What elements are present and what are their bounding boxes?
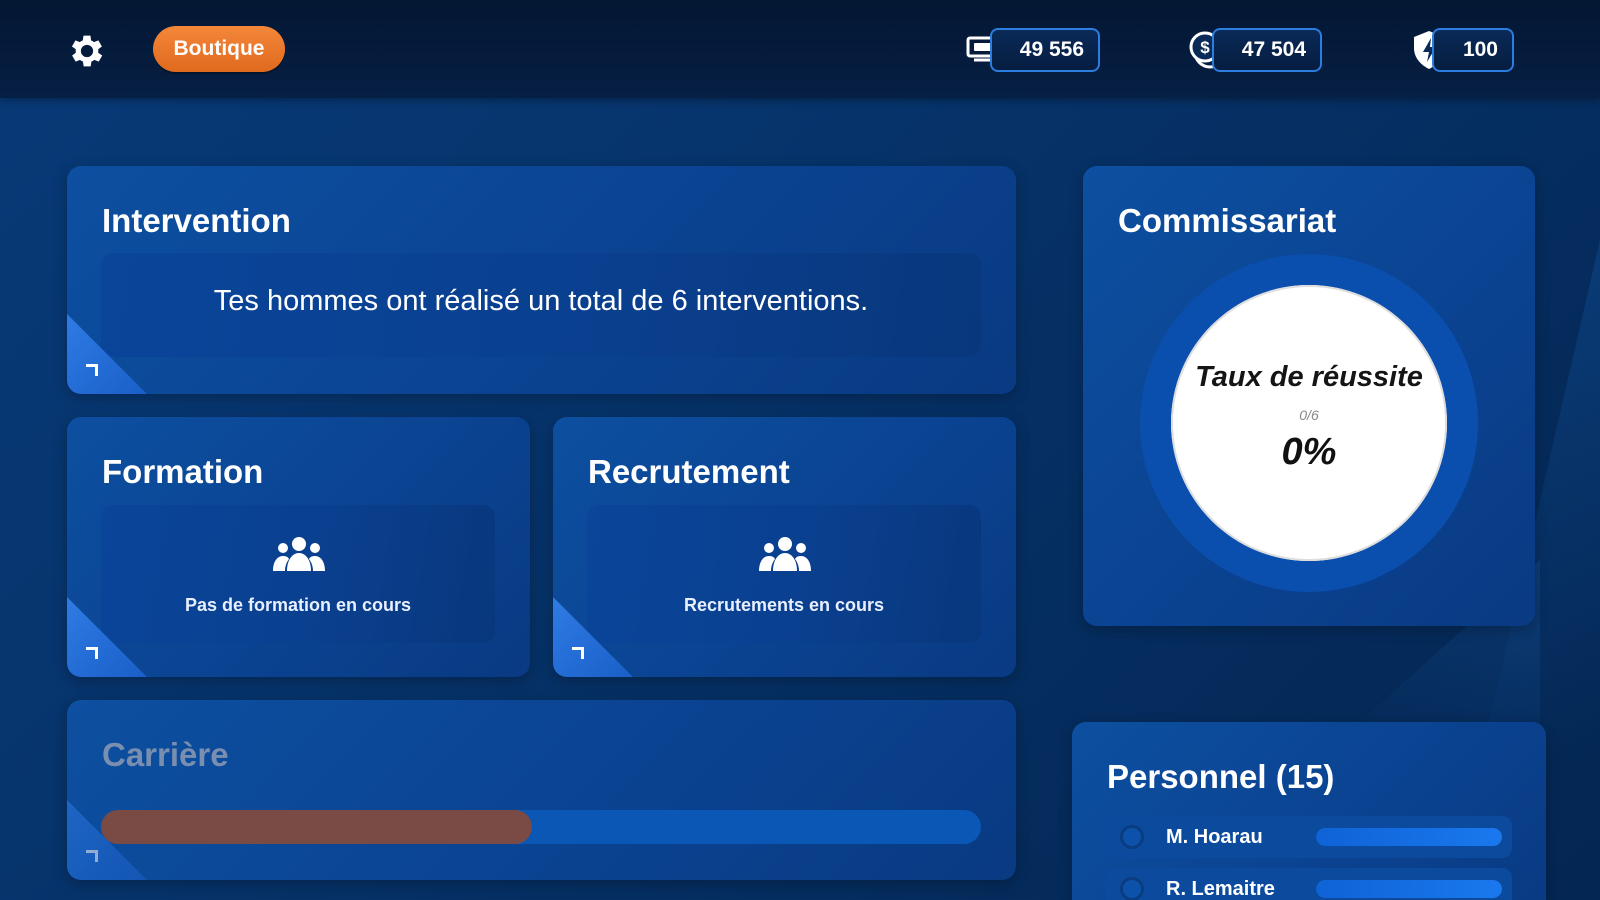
personnel-card[interactable]: Personnel (15) M. Hoarau R. Lemaitre	[1072, 722, 1546, 900]
formation-title: Formation	[102, 453, 264, 490]
svg-text:$: $	[1200, 38, 1210, 57]
coin-counter: 47 504	[1212, 28, 1322, 72]
energy-counter: 100	[1432, 28, 1514, 72]
intervention-card[interactable]: Intervention Tes hommes ont réalisé un t…	[67, 166, 1016, 394]
shop-button[interactable]: Boutique	[153, 26, 285, 72]
commissariat-title: Commissariat	[1118, 202, 1337, 239]
personnel-name: R. Lemaitre	[1166, 878, 1275, 900]
recrutement-panel: Recrutements en cours	[587, 505, 981, 643]
career-progress-bar	[101, 810, 981, 844]
team-icon	[271, 535, 327, 575]
personnel-row[interactable]: M. Hoarau	[1106, 816, 1512, 858]
success-rate-label: Taux de réussite	[1195, 361, 1423, 393]
formation-panel: Pas de formation en cours	[101, 505, 495, 643]
recrutement-title: Recrutement	[588, 453, 790, 490]
top-bar: Boutique 49 556 $ 47 504 100	[0, 0, 1600, 98]
formation-status: Pas de formation en cours	[184, 595, 412, 615]
recrutement-status: Recrutements en cours	[683, 595, 885, 615]
personnel-name: M. Hoarau	[1166, 826, 1263, 848]
formation-card[interactable]: Formation Pas de formation en cours	[67, 417, 530, 677]
personnel-title: Personnel (15)	[1107, 758, 1335, 795]
personnel-row[interactable]: R. Lemaitre	[1106, 868, 1512, 900]
settings-gear-icon[interactable]	[66, 30, 108, 72]
recrutement-card[interactable]: Recrutement Recrutements en cours	[553, 417, 1016, 677]
personnel-level-fill	[1316, 828, 1502, 846]
success-rate-ring: Taux de réussite 0/6 0%	[1140, 254, 1478, 592]
career-card[interactable]: Carrière	[67, 700, 1016, 880]
cash-counter: 49 556	[990, 28, 1100, 72]
avatar	[1120, 877, 1144, 900]
personnel-level-bar	[1316, 828, 1502, 846]
career-progress-fill	[101, 810, 533, 844]
personnel-level-bar	[1316, 880, 1502, 898]
success-ratio: 0/6	[1299, 407, 1319, 423]
intervention-panel: Tes hommes ont réalisé un total de 6 int…	[101, 253, 981, 357]
intervention-summary: Tes hommes ont réalisé un total de 6 int…	[213, 285, 869, 317]
success-percent: 0%	[1281, 431, 1337, 473]
success-rate-disc: Taux de réussite 0/6 0%	[1171, 285, 1447, 561]
intervention-title: Intervention	[102, 202, 291, 239]
team-icon	[757, 535, 813, 575]
personnel-level-fill	[1316, 880, 1502, 898]
avatar	[1120, 825, 1144, 849]
commissariat-card[interactable]: Commissariat Taux de réussite 0/6 0%	[1083, 166, 1535, 626]
career-title: Carrière	[102, 736, 229, 773]
